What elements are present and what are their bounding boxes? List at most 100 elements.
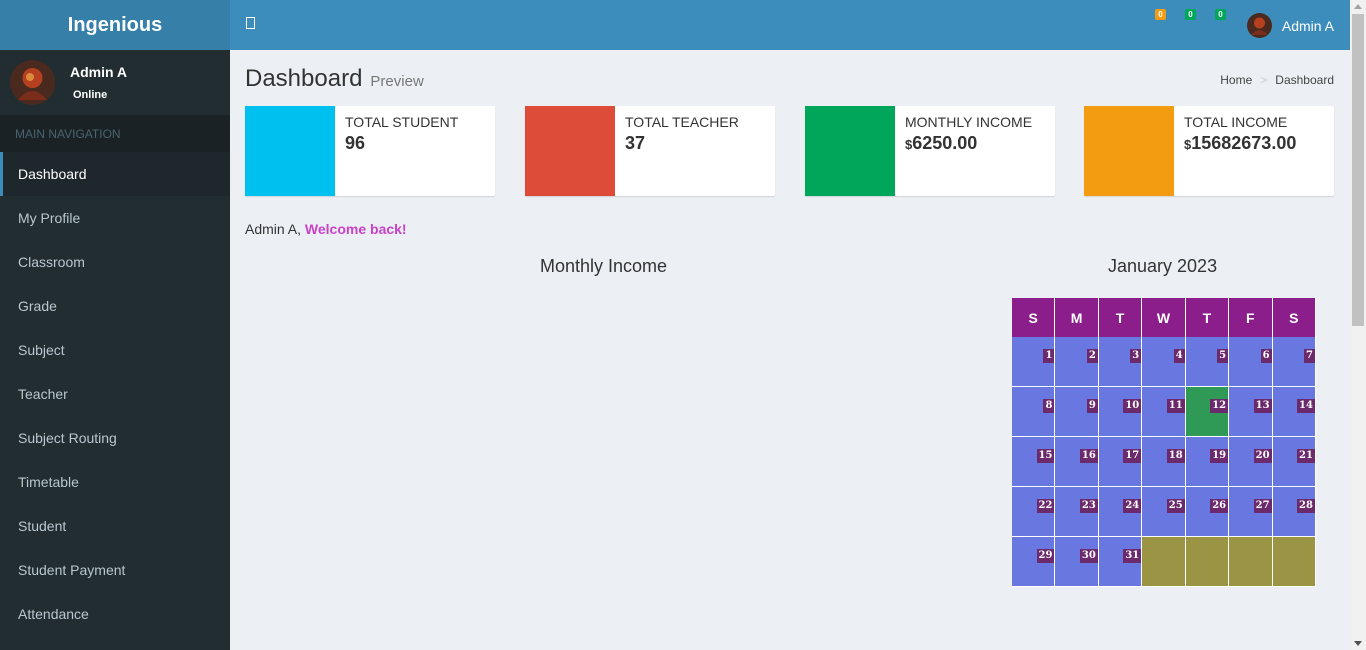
calendar-day-number: 24 <box>1123 499 1142 513</box>
stat-value: $15682673.00 <box>1184 133 1296 154</box>
breadcrumb-home[interactable]: Home <box>1220 73 1252 87</box>
stat-number: 15682673.00 <box>1191 133 1297 153</box>
sidebar: Ingenious Admin A Online MAIN NAVIGATION… <box>0 0 230 650</box>
calendar-day[interactable]: 24 <box>1098 487 1143 537</box>
stat-icon-area <box>805 106 895 196</box>
message-badge[interactable]: 0 <box>1185 9 1196 20</box>
stat-value: 37 <box>625 133 645 154</box>
calendar-day[interactable]: 26 <box>1185 487 1230 537</box>
breadcrumb-separator-icon: > <box>1260 73 1268 87</box>
calendar-day[interactable]: 12 <box>1185 387 1230 437</box>
user-avatar <box>10 60 55 105</box>
calendar-weekday: S <box>1272 298 1316 337</box>
user-menu[interactable]: Admin A <box>1246 13 1334 38</box>
calendar-day[interactable]: 27 <box>1229 487 1273 537</box>
stat-label: TOTAL INCOME <box>1184 114 1288 130</box>
stat-number: 37 <box>625 133 646 153</box>
sidebar-item-classroom[interactable]: Classroom <box>0 240 230 284</box>
calendar-day-number: 11 <box>1166 399 1185 413</box>
calendar-day-number: 3 <box>1130 349 1142 363</box>
page-title: Dashboard Preview <box>245 65 424 93</box>
calendar-day[interactable]: 25 <box>1142 487 1186 537</box>
calendar-day[interactable]: 16 <box>1055 437 1099 487</box>
brand-logo[interactable]: Ingenious <box>0 0 230 50</box>
calendar-weekday: M <box>1055 298 1099 337</box>
calendar-title: January 2023 <box>1108 256 1218 276</box>
welcome-message: Admin A, Welcome back! <box>245 221 407 237</box>
calendar-weekday: F <box>1229 298 1273 337</box>
sidebar-item-student-payment[interactable]: Student Payment <box>0 548 230 592</box>
calendar-weekday: W <box>1142 298 1186 337</box>
scroll-thumb[interactable] <box>1352 14 1364 326</box>
calendar-day[interactable]: 23 <box>1055 487 1099 537</box>
page-title-text: Dashboard <box>245 65 363 92</box>
notification-badge[interactable]: 0 <box>1155 9 1166 20</box>
calendar-day-number: 22 <box>1036 499 1055 513</box>
user-panel: Admin A Online <box>0 50 230 115</box>
calendar-day[interactable]: 2 <box>1055 337 1099 387</box>
chart-title: Monthly Income <box>540 256 668 276</box>
sidebar-item-subject[interactable]: Subject <box>0 328 230 372</box>
calendar-day[interactable]: 4 <box>1142 337 1186 387</box>
sidebar-item-grade[interactable]: Grade <box>0 284 230 328</box>
sidebar-item-dashboard[interactable]: Dashboard <box>0 152 230 196</box>
calendar-empty-cell <box>1229 537 1273 587</box>
calendar-day[interactable]: 15 <box>1012 437 1056 487</box>
calendar-day[interactable]: 11 <box>1142 387 1186 437</box>
stat-number: 96 <box>345 133 366 153</box>
calendar-day-number: 4 <box>1173 349 1185 363</box>
calendar-day[interactable]: 14 <box>1272 387 1316 437</box>
calendar-day[interactable]: 30 <box>1055 537 1099 587</box>
calendar-day-number: 25 <box>1166 499 1185 513</box>
sidebar-item-attendance[interactable]: Attendance <box>0 592 230 636</box>
task-badge[interactable]: 0 <box>1215 9 1226 20</box>
user-avatar-small <box>1246 13 1272 38</box>
calendar-day-number: 27 <box>1253 499 1272 513</box>
calendar-day[interactable]: 20 <box>1229 437 1273 487</box>
sidebar-item-subject-routing[interactable]: Subject Routing <box>0 416 230 460</box>
calendar-day-number: 23 <box>1079 499 1098 513</box>
calendar-day[interactable]: 13 <box>1229 387 1273 437</box>
stat-box-monthly-income: MONTHLY INCOME $6250.00 <box>805 106 1055 196</box>
sidebar-item-timetable[interactable]: Timetable <box>0 460 230 504</box>
calendar-day[interactable]: 3 <box>1098 337 1143 387</box>
calendar-day-number: 28 <box>1297 499 1315 513</box>
calendar-week-row: 29 30 31 <box>1012 537 1316 587</box>
breadcrumb-current: Dashboard <box>1275 73 1334 87</box>
nav-header: MAIN NAVIGATION <box>0 115 230 152</box>
scroll-up-icon[interactable] <box>1354 4 1362 9</box>
calendar-day[interactable]: 17 <box>1098 437 1143 487</box>
calendar-day-number: 7 <box>1303 349 1315 363</box>
calendar-day[interactable]: 5 <box>1185 337 1230 387</box>
user-status: Online <box>73 89 108 101</box>
sidebar-item-my-profile[interactable]: My Profile <box>0 196 230 240</box>
calendar-weekday: T <box>1098 298 1143 337</box>
calendar-day[interactable]: 21 <box>1272 437 1316 487</box>
welcome-name: Admin A, <box>245 221 302 237</box>
page-scrollbar[interactable] <box>1350 0 1366 650</box>
calendar-empty-cell <box>1142 537 1186 587</box>
calendar-day[interactable]: 8 <box>1012 387 1056 437</box>
stat-icon-area <box>1084 106 1174 196</box>
calendar-day[interactable]: 18 <box>1142 437 1186 487</box>
calendar-day[interactable]: 22 <box>1012 487 1056 537</box>
sidebar-item-teacher[interactable]: Teacher <box>0 372 230 416</box>
calendar-day-number: 15 <box>1036 449 1055 463</box>
calendar-day[interactable]: 31 <box>1098 537 1143 587</box>
scroll-down-icon[interactable] <box>1354 641 1362 646</box>
calendar-day[interactable]: 28 <box>1272 487 1316 537</box>
calendar-day[interactable]: 9 <box>1055 387 1099 437</box>
calendar-day[interactable]: 6 <box>1229 337 1273 387</box>
calendar-day-number: 14 <box>1297 399 1315 413</box>
calendar: S M T W T F S 1 2 3 4 5 6 7 8 9 10 11 12 13 14 15 16 17 18 19 20 21… <box>1012 298 1316 587</box>
calendar-weekday: T <box>1185 298 1230 337</box>
sidebar-toggle-icon[interactable] <box>246 17 255 29</box>
sidebar-item-student[interactable]: Student <box>0 504 230 548</box>
calendar-day[interactable]: 1 <box>1012 337 1056 387</box>
calendar-day-number: 30 <box>1079 549 1098 563</box>
calendar-day[interactable]: 29 <box>1012 537 1056 587</box>
calendar-day[interactable]: 10 <box>1098 387 1143 437</box>
calendar-week-row: 15 16 17 18 19 20 21 <box>1012 437 1316 487</box>
calendar-day[interactable]: 19 <box>1185 437 1230 487</box>
calendar-day[interactable]: 7 <box>1272 337 1316 387</box>
